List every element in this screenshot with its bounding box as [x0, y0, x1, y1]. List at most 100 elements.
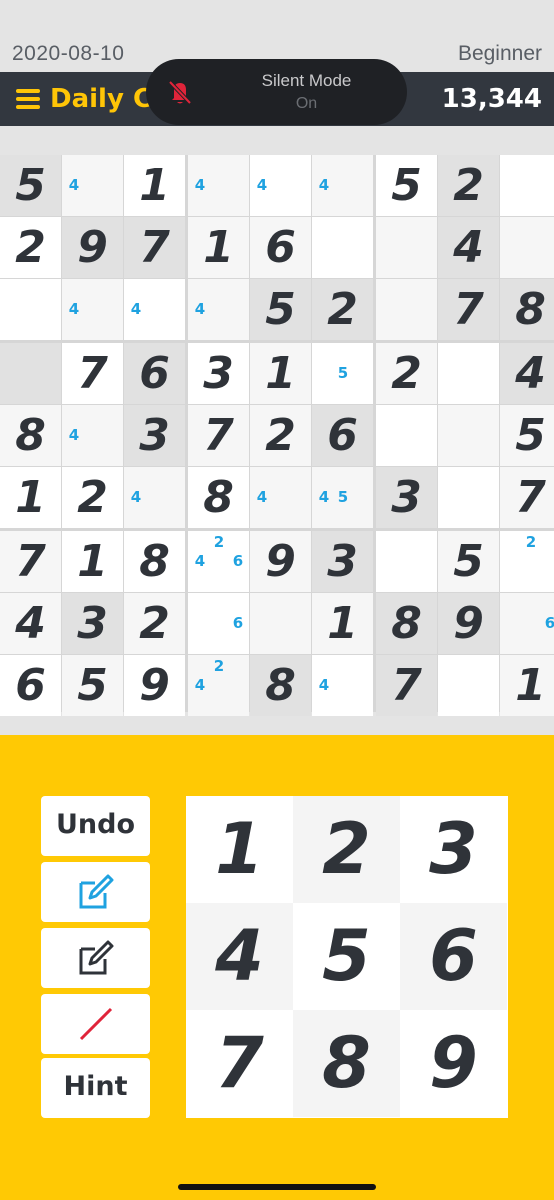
board-cell[interactable]: 7	[438, 279, 499, 340]
board-cell[interactable]: 7	[188, 405, 249, 466]
number-key-2[interactable]: 2	[293, 796, 400, 903]
board-cell[interactable]: 1	[124, 155, 185, 216]
board-cell[interactable]: 4	[250, 155, 311, 216]
board-cell[interactable]: 5	[0, 155, 61, 216]
board-cell[interactable]: 7	[0, 531, 61, 592]
number-key-1[interactable]: 1	[186, 796, 293, 903]
board-cell[interactable]	[500, 155, 554, 216]
number-key-9[interactable]: 9	[400, 1010, 507, 1117]
board-cell[interactable]: 24	[188, 655, 249, 716]
board-cell[interactable]: 7	[62, 343, 123, 404]
home-indicator[interactable]	[178, 1184, 376, 1190]
board-cell[interactable]: 1	[62, 531, 123, 592]
pencil-notes-icon	[79, 874, 114, 909]
board-cell[interactable]: 1	[0, 467, 61, 528]
board-cell[interactable]	[438, 343, 499, 404]
board-cell[interactable]	[250, 593, 311, 654]
board-cell[interactable]: 4	[500, 343, 554, 404]
board-cell[interactable]: 5	[376, 155, 437, 216]
board-cell[interactable]	[376, 279, 437, 340]
board-cell[interactable]: 4	[250, 467, 311, 528]
board-cell[interactable]: 2	[500, 531, 554, 592]
board-cell[interactable]: 5	[438, 531, 499, 592]
cell-value: 8	[139, 536, 170, 587]
board-cell[interactable]	[312, 217, 373, 278]
number-key-3[interactable]: 3	[400, 796, 507, 903]
board-cell[interactable]: 3	[312, 531, 373, 592]
board-cell[interactable]: 8	[376, 593, 437, 654]
board-cell[interactable]: 6	[250, 217, 311, 278]
board-cell[interactable]: 9	[62, 217, 123, 278]
board-cell[interactable]	[0, 279, 61, 340]
board-cell[interactable]: 2	[62, 467, 123, 528]
cell-value: 9	[453, 598, 484, 649]
board-cell[interactable]: 5	[312, 343, 373, 404]
board-cell[interactable]: 7	[124, 217, 185, 278]
board-cell[interactable]: 9	[438, 593, 499, 654]
board-cell[interactable]: 4	[438, 217, 499, 278]
board-cell[interactable]: 1	[250, 343, 311, 404]
board-cell[interactable]: 5	[62, 655, 123, 716]
board-cell[interactable]: 8	[500, 279, 554, 340]
board-cell[interactable]	[438, 655, 499, 716]
board-cell[interactable]: 9	[124, 655, 185, 716]
board-cell[interactable]: 4	[62, 155, 123, 216]
number-key-7[interactable]: 7	[186, 1010, 293, 1117]
board-cell[interactable]	[438, 405, 499, 466]
board-cell[interactable]: 3	[62, 593, 123, 654]
board-cell[interactable]: 1	[188, 217, 249, 278]
board-cell[interactable]: 8	[0, 405, 61, 466]
board-cell[interactable]: 3	[376, 467, 437, 528]
board-cell[interactable]: 1	[500, 655, 554, 716]
board-cell[interactable]: 2	[312, 279, 373, 340]
undo-button[interactable]: Undo	[41, 796, 150, 856]
board-cell[interactable]: 7	[500, 467, 554, 528]
board-cell[interactable]: 2	[438, 155, 499, 216]
board-cell[interactable]: 4	[312, 655, 373, 716]
board-cell[interactable]	[438, 467, 499, 528]
erase-button[interactable]	[41, 994, 150, 1054]
board-cell[interactable]: 1	[312, 593, 373, 654]
board-cell[interactable]: 2	[250, 405, 311, 466]
board-cell[interactable]: 3	[124, 405, 185, 466]
hint-button[interactable]: Hint	[41, 1058, 150, 1118]
board-cell[interactable]: 2	[0, 217, 61, 278]
board-cell[interactable]: 7	[376, 655, 437, 716]
notes-mode-button[interactable]	[41, 862, 150, 922]
board-cell[interactable]: 5	[250, 279, 311, 340]
number-key-5[interactable]: 5	[293, 903, 400, 1010]
board-cell[interactable]: 4	[62, 279, 123, 340]
board-cell[interactable]: 4	[312, 155, 373, 216]
board-cell[interactable]	[376, 217, 437, 278]
number-key-6[interactable]: 6	[400, 903, 507, 1010]
board-cell[interactable]: 3	[188, 343, 249, 404]
board-cell[interactable]: 24 6	[188, 531, 249, 592]
board-cell[interactable]: 8	[250, 655, 311, 716]
board-cell[interactable]: 4	[188, 279, 249, 340]
hamburger-menu-icon[interactable]	[16, 89, 40, 109]
board-cell[interactable]	[0, 343, 61, 404]
board-cell[interactable]: 6	[188, 593, 249, 654]
board-cell[interactable]: 4	[188, 155, 249, 216]
board-cell[interactable]: 6	[0, 655, 61, 716]
board-cell[interactable]: 8	[124, 531, 185, 592]
number-key-4[interactable]: 4	[186, 903, 293, 1010]
board-cell[interactable]: 4	[62, 405, 123, 466]
board-cell[interactable]: 8	[188, 467, 249, 528]
board-cell[interactable]: 6	[500, 593, 554, 654]
board-cell[interactable]: 5	[500, 405, 554, 466]
board-cell[interactable]: 2	[376, 343, 437, 404]
board-cell[interactable]: 45	[312, 467, 373, 528]
edit-mode-button[interactable]	[41, 928, 150, 988]
number-key-8[interactable]: 8	[293, 1010, 400, 1117]
board-cell[interactable]	[376, 531, 437, 592]
board-cell[interactable]: 4	[124, 467, 185, 528]
board-cell[interactable]: 4	[124, 279, 185, 340]
board-cell[interactable]: 9	[250, 531, 311, 592]
board-cell[interactable]: 6	[124, 343, 185, 404]
board-cell[interactable]: 2	[124, 593, 185, 654]
board-cell[interactable]	[376, 405, 437, 466]
board-cell[interactable]: 6	[312, 405, 373, 466]
board-cell[interactable]	[500, 217, 554, 278]
board-cell[interactable]: 4	[0, 593, 61, 654]
